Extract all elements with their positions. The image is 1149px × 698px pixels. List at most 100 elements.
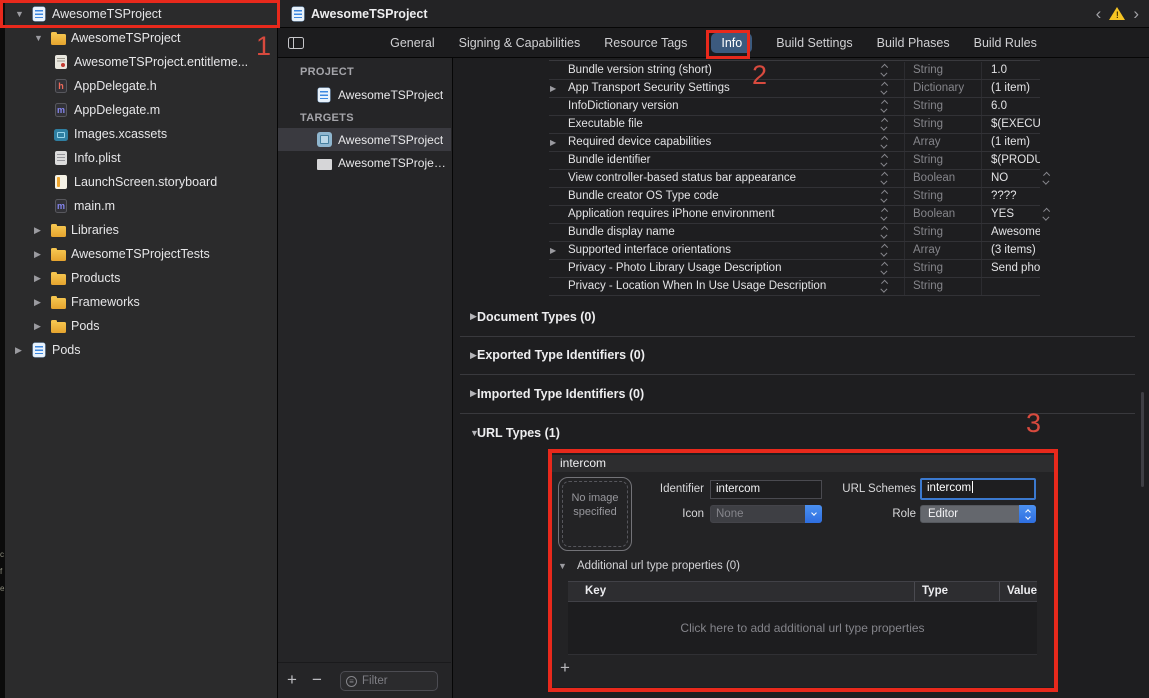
- boolean-value-stepper[interactable]: [1043, 172, 1050, 184]
- navigator-item[interactable]: m main.m: [5, 194, 277, 218]
- plist-row[interactable]: InfoDictionary version String 6.0: [549, 98, 1040, 116]
- key-stepper[interactable]: [881, 118, 888, 130]
- plist-value[interactable]: (3 items): [991, 242, 1040, 259]
- disclosure-triangle-icon[interactable]: ▼: [34, 33, 50, 43]
- plist-value[interactable]: (1 item): [991, 134, 1040, 151]
- navigator-item[interactable]: AwesomeTSProject.entitleme...: [5, 50, 277, 74]
- plist-row[interactable]: Executable file String $(EXECU: [549, 116, 1040, 134]
- plist-value[interactable]: (1 item): [991, 80, 1040, 97]
- navigator-item[interactable]: ▶ Pods: [5, 338, 277, 362]
- tab-build-settings[interactable]: Build Settings: [776, 36, 852, 50]
- section-url-types-[interactable]: ▼ URL Types (1): [460, 414, 1135, 453]
- plist-row[interactable]: Bundle version string (short) String 1.0: [549, 62, 1040, 80]
- plist-row[interactable]: Privacy - Photo Library Usage Descriptio…: [549, 260, 1040, 278]
- plist-value[interactable]: $(EXECU: [991, 116, 1040, 133]
- key-stepper[interactable]: [881, 190, 888, 202]
- back-button[interactable]: ‹: [1096, 1, 1102, 27]
- icon-dropdown[interactable]: None: [710, 505, 822, 523]
- add-url-type-button[interactable]: +: [560, 659, 570, 677]
- plist-value[interactable]: 1.0: [991, 62, 1040, 79]
- remove-target-button[interactable]: −: [312, 670, 322, 690]
- disclosure-triangle-icon[interactable]: ▼: [558, 561, 577, 571]
- project-item[interactable]: AwesomeTSProject: [278, 84, 451, 106]
- disclosure-triangle-icon[interactable]: ▶: [550, 134, 556, 151]
- role-dropdown-button[interactable]: [1019, 505, 1036, 523]
- section-document-types-[interactable]: ▶ Document Types (0): [460, 298, 1135, 337]
- disclosure-triangle-icon[interactable]: ▶: [550, 80, 556, 97]
- disclosure-triangle-icon[interactable]: ▶: [460, 311, 477, 322]
- disclosure-triangle-icon[interactable]: ▶: [34, 297, 50, 308]
- role-dropdown[interactable]: Editor: [920, 505, 1036, 523]
- disclosure-triangle-icon[interactable]: ▶: [34, 273, 50, 284]
- navigator-item[interactable]: ▶ Frameworks: [5, 290, 277, 314]
- plist-value[interactable]: ????: [991, 188, 1040, 205]
- target-item[interactable]: AwesomeTSProject...: [278, 151, 451, 174]
- navigator-item[interactable]: h AppDelegate.h: [5, 74, 277, 98]
- plist-value[interactable]: 6.0: [991, 98, 1040, 115]
- disclosure-triangle-icon[interactable]: ▶: [34, 321, 50, 332]
- navigator-item[interactable]: ▶ AwesomeTSProjectTests: [5, 242, 277, 266]
- plist-value[interactable]: Awesome: [991, 224, 1040, 241]
- identifier-field[interactable]: intercom: [710, 480, 822, 499]
- filter-field[interactable]: Filter: [340, 671, 438, 691]
- navigator-item[interactable]: m AppDelegate.m: [5, 98, 277, 122]
- key-stepper[interactable]: [881, 172, 888, 184]
- tab-resource-tags[interactable]: Resource Tags: [604, 36, 687, 50]
- boolean-value-stepper[interactable]: [1043, 208, 1050, 220]
- disclosure-triangle-icon[interactable]: ▶: [34, 225, 50, 236]
- disclosure-triangle-icon[interactable]: ▼: [460, 428, 479, 438]
- tab-general[interactable]: General: [390, 36, 434, 50]
- key-stepper[interactable]: [881, 226, 888, 238]
- navigator-item[interactable]: ▼ AwesomeTSProject: [5, 26, 277, 50]
- url-type-image-well[interactable]: No image specified: [558, 477, 632, 551]
- navigator-item[interactable]: ▶ Pods: [5, 314, 277, 338]
- additional-properties-header[interactable]: ▼ Additional url type properties (0): [558, 560, 740, 572]
- disclosure-triangle-icon[interactable]: ▶: [550, 242, 556, 259]
- navigator-item[interactable]: ▶ Products: [5, 266, 277, 290]
- add-target-button[interactable]: +: [287, 670, 297, 690]
- icon-dropdown-button[interactable]: [805, 505, 822, 523]
- add-property-row[interactable]: Click here to add additional url type pr…: [568, 602, 1037, 655]
- plist-row[interactable]: ▶ Supported interface orientations Array (3…: [549, 242, 1040, 260]
- key-stepper[interactable]: [881, 136, 888, 148]
- key-stepper[interactable]: [881, 100, 888, 112]
- tab-build-rules[interactable]: Build Rules: [974, 36, 1037, 50]
- plist-row[interactable]: Privacy - Location When In Use Usage Des…: [549, 278, 1040, 296]
- plist-row[interactable]: Bundle display name String Awesome: [549, 224, 1040, 242]
- key-stepper[interactable]: [881, 64, 888, 76]
- plist-row[interactable]: Application requires iPhone environment B…: [549, 206, 1050, 224]
- navigator-item[interactable]: Info.plist: [5, 146, 277, 170]
- plist-row[interactable]: View controller-based status bar appeara…: [549, 170, 1050, 188]
- key-stepper[interactable]: [881, 154, 888, 166]
- navigator-item[interactable]: LaunchScreen.storyboard: [5, 170, 277, 194]
- section-imported-type-identifiers-[interactable]: ▶ Imported Type Identifiers (0): [460, 375, 1135, 414]
- forward-button[interactable]: ›: [1133, 1, 1139, 27]
- target-item[interactable]: AwesomeTSProject: [278, 128, 451, 151]
- plist-value[interactable]: $(PRODU: [991, 152, 1040, 169]
- plist-row[interactable]: ▶ Required device capabilities Array (1 ite…: [549, 134, 1040, 152]
- key-stepper[interactable]: [881, 208, 888, 220]
- plist-row[interactable]: Bundle identifier String $(PRODU: [549, 152, 1040, 170]
- disclosure-triangle-icon[interactable]: ▶: [460, 350, 477, 361]
- section-exported-type-identifiers-[interactable]: ▶ Exported Type Identifiers (0): [460, 337, 1135, 375]
- key-stepper[interactable]: [881, 244, 888, 256]
- plist-row[interactable]: ▶ App Transport Security Settings Dictiona…: [549, 80, 1040, 98]
- key-stepper[interactable]: [881, 262, 888, 274]
- plist-value[interactable]: NO: [991, 170, 1040, 187]
- disclosure-triangle-icon[interactable]: ▶: [34, 249, 50, 260]
- plist-row[interactable]: Bundle creator OS Type code String????: [549, 188, 1040, 206]
- url-schemes-field[interactable]: intercom: [920, 478, 1036, 500]
- tab-build-phases[interactable]: Build Phases: [877, 36, 950, 50]
- key-stepper[interactable]: [881, 82, 888, 94]
- window-tab[interactable]: AwesomeTSProject: [292, 0, 427, 28]
- navigator-item[interactable]: ▼ AwesomeTSProject: [5, 2, 277, 26]
- disclosure-triangle-icon[interactable]: ▶: [15, 345, 31, 356]
- scrollbar[interactable]: [1141, 392, 1144, 487]
- plist-value[interactable]: Send pho: [991, 260, 1040, 277]
- navigator-item[interactable]: ▶ Libraries: [5, 218, 277, 242]
- plist-value[interactable]: YES: [991, 206, 1040, 223]
- warning-icon[interactable]: !: [1109, 7, 1126, 21]
- navigator-item[interactable]: Images.xcassets: [5, 122, 277, 146]
- tab-info[interactable]: Info: [711, 33, 753, 53]
- disclosure-triangle-icon[interactable]: ▶: [460, 388, 477, 399]
